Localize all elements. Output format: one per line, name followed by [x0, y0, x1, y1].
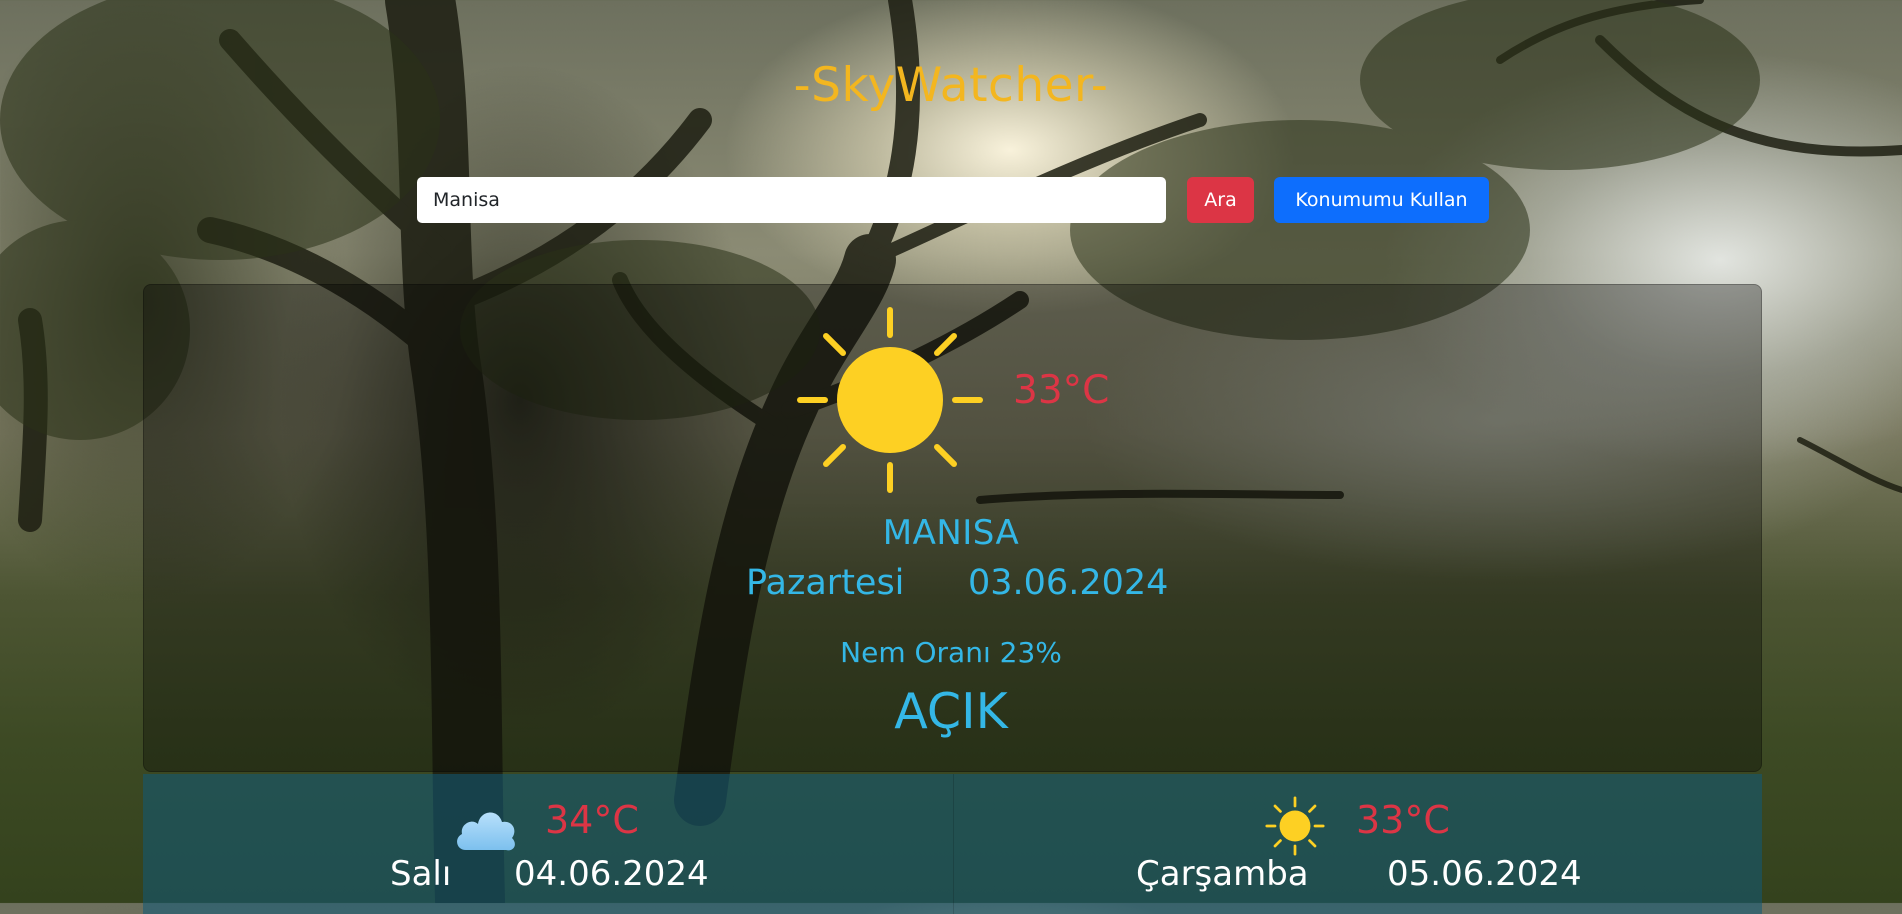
app-title: -SkyWatcher-	[793, 58, 1109, 113]
forecast-temperature-1: 34°C	[545, 798, 639, 842]
sun-icon	[797, 307, 983, 493]
forecast-card-1: 34°C Salı 04.06.2024	[143, 774, 954, 914]
forecast-temperature-2: 33°C	[1356, 798, 1450, 842]
forecast-date-1: 04.06.2024	[514, 854, 709, 894]
forecast-day-1: Salı	[390, 854, 452, 894]
city-name: MANISA	[882, 513, 1020, 553]
current-day: Pazartesi	[746, 563, 905, 603]
sun-icon	[1265, 796, 1325, 856]
search-button[interactable]: Ara	[1187, 177, 1254, 223]
weather-condition: AÇIK	[894, 683, 1008, 740]
use-location-button[interactable]: Konumumu Kullan	[1274, 177, 1489, 223]
humidity-text: Nem Oranı 23%	[840, 636, 1062, 669]
forecast-date-2: 05.06.2024	[1387, 854, 1582, 894]
city-search-input[interactable]	[417, 177, 1166, 223]
current-date: 03.06.2024	[968, 563, 1169, 603]
current-temperature: 33°C	[1013, 368, 1110, 413]
forecast-card-2: 33°C Çarşamba 05.06.2024	[954, 774, 1762, 914]
cloud-icon	[457, 812, 515, 851]
forecast-day-2: Çarşamba	[1136, 854, 1309, 894]
